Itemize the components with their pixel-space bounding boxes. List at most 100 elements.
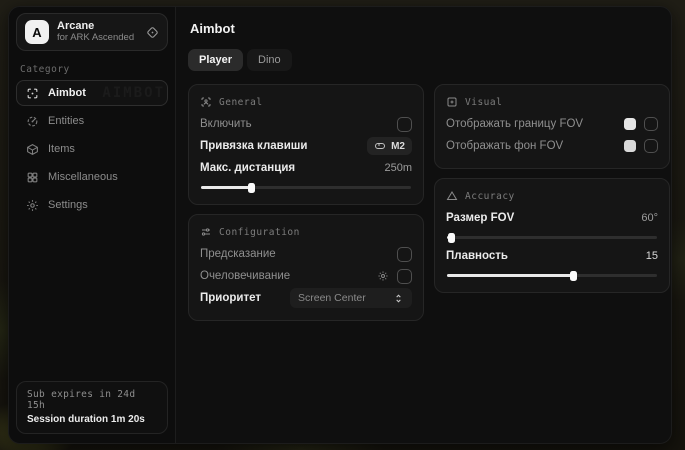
app-title-block: Arcane for ARK Ascended — [57, 20, 134, 44]
priority-row: Приоритет Screen Center — [200, 287, 412, 309]
target-icon[interactable] — [146, 26, 159, 39]
card-header-label: Visual — [465, 97, 502, 108]
card-header-label: General — [219, 97, 263, 108]
sidebar-item-aimbot[interactable]: Aimbot AIMBOT — [16, 80, 168, 106]
grid-icon — [26, 171, 39, 184]
smoothness-slider[interactable] — [447, 274, 657, 277]
category-label: Category — [20, 64, 164, 75]
card-header-label: Accuracy — [465, 191, 515, 202]
tab-bar: Player Dino — [188, 49, 670, 71]
app-subtitle: for ARK Ascended — [57, 33, 134, 44]
humanization-label: Очеловечивание — [200, 270, 290, 282]
aimbot-watermark: AIMBOT — [102, 85, 165, 101]
max-distance-row: Макс. дистанция 250m — [200, 157, 412, 179]
general-card-header: General — [200, 96, 412, 108]
left-column: General Включить Привязка клавиши — [188, 84, 424, 321]
max-distance-value: 250m — [384, 162, 412, 174]
main-content: Aimbot Player Dino General — [176, 7, 672, 443]
page-title: Aimbot — [190, 21, 670, 36]
fov-background-label: Отображать фон FOV — [446, 140, 563, 152]
card-header-label: Configuration — [219, 227, 300, 238]
fov-background-controls — [624, 139, 658, 153]
accuracy-card: Accuracy Размер FOV 60° Плавность 15 — [434, 178, 670, 293]
priority-label: Приоритет — [200, 292, 261, 304]
app-logo-card: A Arcane for ARK Ascended — [16, 13, 168, 51]
smoothness-value: 15 — [646, 250, 658, 262]
fov-border-controls — [624, 117, 658, 131]
app-name: Arcane — [57, 20, 134, 33]
fov-background-color-swatch[interactable] — [624, 140, 636, 152]
humanization-checkbox[interactable] — [397, 269, 412, 284]
tab-player[interactable]: Player — [188, 49, 243, 71]
keybind-button[interactable]: M2 — [367, 137, 412, 155]
fov-border-checkbox[interactable] — [644, 117, 658, 131]
fov-size-label: Размер FOV — [446, 212, 514, 224]
gear-icon — [26, 199, 39, 212]
triangle-icon — [446, 190, 458, 202]
cheat-menu-window: A Arcane for ARK Ascended Category Aimbo… — [8, 6, 672, 444]
smoothness-label: Плавность — [446, 250, 508, 262]
gear-icon[interactable] — [377, 270, 389, 282]
session-duration-text: Session duration 1m 20s — [27, 414, 157, 425]
visual-card: Visual Отображать границу FOV Отображать… — [434, 84, 670, 169]
mouse-icon — [374, 140, 386, 152]
fov-background-checkbox[interactable] — [644, 139, 658, 153]
slider-thumb[interactable] — [448, 233, 455, 243]
sidebar-item-items[interactable]: Items — [16, 136, 168, 162]
humanization-row: Очеловечивание — [200, 265, 412, 287]
general-card: General Включить Привязка клавиши — [188, 84, 424, 205]
package-icon — [26, 143, 39, 156]
subscription-status-card: Sub expires in 24d 15h Session duration … — [16, 381, 168, 434]
sidebar: A Arcane for ARK Ascended Category Aimbo… — [9, 7, 176, 443]
game-background: A Arcane for ARK Ascended Category Aimbo… — [0, 0, 685, 450]
humanization-controls — [377, 269, 412, 284]
fov-border-label: Отображать границу FOV — [446, 118, 583, 130]
fov-background-row: Отображать фон FOV — [446, 135, 658, 157]
sidebar-item-entities[interactable]: Entities — [16, 108, 168, 134]
keybind-label: Привязка клавиши — [200, 140, 307, 152]
radar-icon — [26, 115, 39, 128]
fov-size-value: 60° — [641, 212, 658, 224]
priority-dropdown[interactable]: Screen Center — [290, 288, 412, 308]
enable-row: Включить — [200, 113, 412, 135]
enable-checkbox[interactable] — [397, 117, 412, 132]
sidebar-item-label: Aimbot — [48, 87, 86, 99]
prediction-label: Предсказание — [200, 248, 276, 260]
sidebar-item-miscellaneous[interactable]: Miscellaneous — [16, 164, 168, 190]
slider-thumb[interactable] — [248, 183, 255, 193]
slider-fill — [201, 186, 251, 189]
priority-value: Screen Center — [298, 292, 366, 304]
enable-label: Включить — [200, 118, 252, 130]
user-target-icon — [200, 96, 212, 108]
max-distance-label: Макс. дистанция — [200, 162, 295, 174]
crosshair-icon — [26, 87, 39, 100]
fov-size-row: Размер FOV 60° — [446, 207, 658, 229]
keybind-row: Привязка клавиши M2 — [200, 135, 412, 157]
configuration-card-header: Configuration — [200, 226, 412, 238]
app-logo: A — [25, 20, 49, 44]
sidebar-item-label: Entities — [48, 115, 84, 127]
accuracy-card-header: Accuracy — [446, 190, 658, 202]
max-distance-slider[interactable] — [201, 186, 411, 189]
fov-size-slider[interactable] — [447, 236, 657, 239]
slider-thumb[interactable] — [570, 271, 577, 281]
frame-plus-icon — [446, 96, 458, 108]
slider-fill — [447, 274, 573, 277]
fov-border-color-swatch[interactable] — [624, 118, 636, 130]
smoothness-row: Плавность 15 — [446, 245, 658, 267]
configuration-card: Configuration Предсказание Очеловечивани… — [188, 214, 424, 321]
prediction-row: Предсказание — [200, 243, 412, 265]
tab-dino[interactable]: Dino — [247, 49, 292, 71]
keybind-value: M2 — [391, 141, 405, 152]
chevron-up-down-icon — [393, 293, 404, 304]
sliders-icon — [200, 226, 212, 238]
right-column: Visual Отображать границу FOV Отображать… — [434, 84, 670, 293]
sidebar-nav: Aimbot AIMBOT Entities Items — [16, 80, 168, 220]
fov-border-row: Отображать границу FOV — [446, 113, 658, 135]
prediction-checkbox[interactable] — [397, 247, 412, 262]
sidebar-item-label: Miscellaneous — [48, 171, 118, 183]
sidebar-item-label: Settings — [48, 199, 88, 211]
sidebar-item-label: Items — [48, 143, 75, 155]
visual-card-header: Visual — [446, 96, 658, 108]
sidebar-item-settings[interactable]: Settings — [16, 192, 168, 218]
